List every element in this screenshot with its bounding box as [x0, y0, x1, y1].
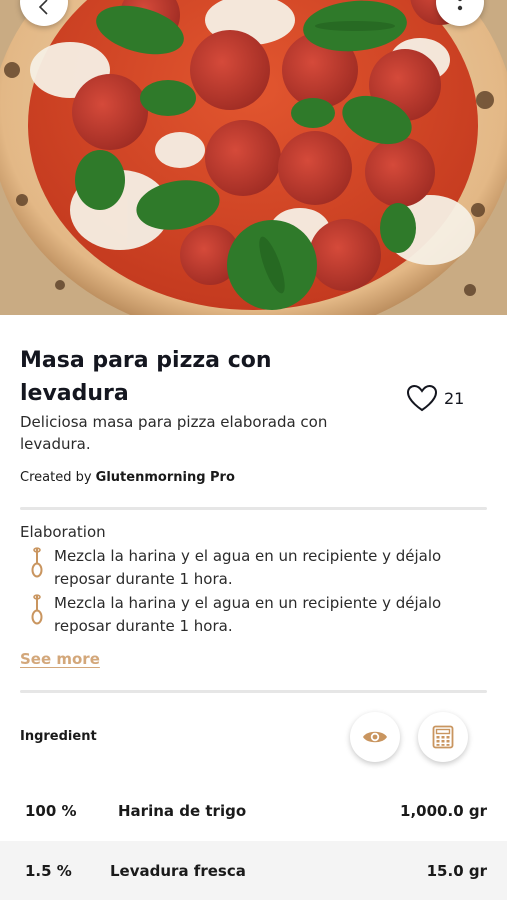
ingredient-percent: 1.5 %	[25, 862, 72, 880]
eye-icon	[363, 731, 387, 743]
chevron-left-icon	[38, 0, 48, 15]
more-vertical-icon	[457, 0, 463, 11]
divider	[20, 690, 487, 693]
whisk-icon	[31, 594, 43, 625]
whisk-icon	[31, 547, 43, 578]
ingredient-quantity: 1,000.0 gr	[400, 802, 487, 820]
like-button[interactable]: 21	[406, 384, 464, 412]
recipe-hero-image	[0, 0, 507, 315]
ingredient-quantity: 15.0 gr	[426, 862, 487, 880]
step-text: Mezcla la harina y el agua en un recipie…	[54, 547, 442, 588]
calculator-icon	[432, 725, 454, 749]
see-more-link[interactable]: See more	[20, 650, 100, 668]
pizza-photo	[0, 0, 507, 315]
elaboration-step: Mezcla la harina y el agua en un recipie…	[30, 592, 490, 638]
ingredient-heading: Ingredient	[20, 729, 97, 744]
ingredient-name: Levadura fresca	[110, 862, 246, 880]
recipe-creator: Created by Glutenmorning Pro	[20, 470, 235, 485]
ingredient-row: 100 % Harina de trigo 1,000.0 gr	[0, 781, 507, 841]
ingredient-percent: 100 %	[25, 802, 77, 820]
author-name[interactable]: Glutenmorning Pro	[96, 470, 235, 485]
recipe-title-line-1: Masa para pizza con	[20, 348, 272, 373]
recipe-description: Deliciosa masa para pizza elaborada con …	[20, 413, 328, 453]
ingredient-row: 1.5 % Levadura fresca 15.0 gr	[0, 841, 507, 900]
heart-icon	[406, 384, 438, 412]
step-text: Mezcla la harina y el agua en un recipie…	[54, 594, 442, 635]
elaboration-heading: Elaboration	[20, 523, 106, 541]
ingredient-name: Harina de trigo	[118, 802, 247, 820]
recipe-title: Masa para pizza con levadura	[20, 344, 320, 410]
view-button[interactable]	[350, 712, 400, 762]
calculator-button[interactable]	[418, 712, 468, 762]
elaboration-step: Mezcla la harina y el agua en un recipie…	[30, 545, 490, 591]
created-by-label: Created by	[20, 470, 92, 485]
recipe-title-line-2: levadura	[20, 381, 129, 406]
like-count: 21	[444, 388, 465, 408]
divider	[20, 507, 487, 510]
